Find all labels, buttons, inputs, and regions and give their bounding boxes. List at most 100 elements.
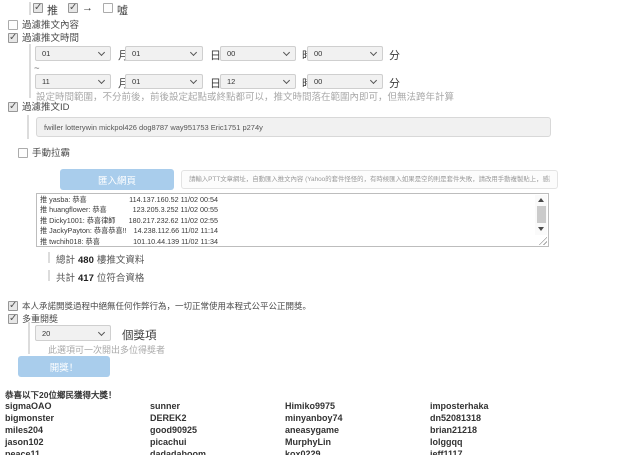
start-month-value: 01 (42, 49, 50, 58)
push-line: 推 yasba: 恭喜 114.137.160.52 11/02 00:54 (40, 195, 218, 205)
draw-button[interactable]: 開獎！ (18, 356, 110, 377)
push-line-left: 推 Dicky1001: 恭喜律師 (40, 216, 116, 226)
id-filter-checkbox[interactable] (8, 102, 18, 112)
qualified-text: 共計417位符合資格 (56, 270, 144, 284)
arrow-label: → (82, 2, 93, 14)
start-month-select[interactable]: 01 (35, 46, 111, 61)
end-hour-value: 12 (227, 77, 235, 86)
winner-name: MurphyLin (285, 436, 343, 448)
end-day-select[interactable]: 01 (125, 74, 203, 89)
content-filter-label: 過濾推文內容 (22, 20, 79, 31)
arrow-checkbox[interactable] (68, 3, 78, 13)
start-hour-select[interactable]: 00 (220, 46, 296, 61)
winner-name: brian21218 (430, 424, 489, 436)
chevron-down-icon (98, 328, 105, 335)
chevron-down-icon (98, 49, 105, 56)
total-value: 480 (78, 255, 94, 266)
scrollbar[interactable] (535, 195, 547, 235)
winner-name: picachui (150, 436, 206, 448)
push-line: 推 huangflower: 恭喜 123.205.3.252 11/02 00… (40, 205, 218, 215)
prize-count-value: 20 (42, 329, 50, 338)
push-label: 推 (47, 2, 58, 18)
end-month-value: 11 (42, 77, 50, 86)
prize-unit-label: 個獎項 (122, 327, 157, 343)
end-month-select[interactable]: 11 (35, 74, 111, 89)
scroll-down-icon[interactable] (538, 227, 544, 231)
push-line: 推 JackyPayton: 恭喜恭喜!! 14.238.112.66 11/0… (40, 226, 218, 236)
time-range-separator: ~ (34, 63, 40, 74)
winner-name: minyanboy74 (285, 412, 343, 424)
chevron-down-icon (190, 49, 197, 56)
total-pushes-text: 總計480樓推文資料 (56, 252, 144, 266)
start-hour-value: 00 (227, 49, 235, 58)
winner-name: bigmonster (5, 412, 54, 424)
multi-draw-checkbox[interactable] (8, 314, 18, 324)
scrollbar-thumb[interactable] (537, 206, 546, 223)
time-range-note: 設定時間範圍，不分前後，前後設定起點或終點都可以，推文時間落在範圍內即可，但無法… (36, 89, 454, 103)
scroll-up-icon[interactable] (538, 198, 544, 202)
promise-checkbox[interactable] (8, 301, 18, 311)
total-prefix: 總計 (56, 255, 75, 266)
winner-name: kox0229 (285, 448, 343, 455)
import-webpage-button[interactable]: 匯入網頁 (60, 169, 174, 190)
winner-name: jeff1117 (430, 448, 489, 455)
chevron-down-icon (283, 49, 290, 56)
time-filter-checkbox[interactable] (8, 33, 18, 43)
end-day-value: 01 (132, 77, 140, 86)
push-line: 推 Dicky1001: 恭喜律師 180.217.232.62 11/02 0… (40, 216, 218, 226)
boo-checkbox[interactable] (103, 3, 113, 13)
time-filter-label: 過濾推文時間 (22, 33, 79, 44)
end-minute-select[interactable]: 00 (307, 74, 383, 89)
indent-bar (29, 2, 31, 15)
prize-count-select[interactable]: 20 (35, 325, 111, 341)
winner-name: peace11 (5, 448, 54, 455)
winner-name: dn52081318 (430, 412, 489, 424)
content-filter-checkbox[interactable] (8, 20, 18, 30)
winners-column: sunner DEREK2 good90925 picachui dadadab… (150, 400, 206, 455)
winner-name: dadadaboom (150, 448, 206, 455)
qualified-value: 417 (78, 273, 94, 284)
push-line: 推 twchih018: 恭喜 101.10.44.139 11/02 11:3… (40, 237, 218, 247)
promise-label: 本人承諾開獎過程中絕無任何作弊行為，一切正常使用本程式公平公正開獎。 (22, 301, 311, 312)
push-line-left: 推 yasba: 恭喜 (40, 195, 87, 205)
push-content-textarea[interactable]: 推 yasba: 恭喜 114.137.160.52 11/02 00:54 推… (36, 193, 549, 247)
winner-name: miles204 (5, 424, 54, 436)
winner-name: sunner (150, 400, 206, 412)
chevron-down-icon (98, 77, 105, 84)
indent-bar (48, 252, 50, 263)
article-url-input[interactable] (181, 170, 558, 189)
push-line-left: 推 huangflower: 恭喜 (40, 205, 107, 215)
winner-name: good90925 (150, 424, 206, 436)
id-filter-input[interactable] (36, 117, 551, 137)
indent-bar (48, 270, 50, 281)
manual-slot-checkbox[interactable] (18, 148, 28, 158)
indent-bar (27, 115, 29, 139)
start-minute-value: 00 (314, 49, 322, 58)
total-suffix: 樓推文資料 (97, 255, 145, 266)
start-minute-select[interactable]: 00 (307, 46, 383, 61)
winner-name: imposterhaka (430, 400, 489, 412)
winner-name: aneasygame (285, 424, 343, 436)
winner-name: sigmaOAO (5, 400, 54, 412)
chevron-down-icon (370, 49, 377, 56)
chevron-down-icon (283, 77, 290, 84)
chevron-down-icon (190, 77, 197, 84)
push-line-left: 推 JackyPayton: 恭喜恭喜!! (40, 226, 127, 236)
push-line-left: 推 twchih018: 恭喜 (40, 237, 100, 247)
start-day-select[interactable]: 01 (125, 46, 203, 61)
winners-column: Himiko9975 minyanboy74 aneasygame Murphy… (285, 400, 343, 455)
winner-name: lolggqq (430, 436, 489, 448)
winners-column: sigmaOAO bigmonster miles204 jason102 pe… (5, 400, 54, 455)
push-checkbox[interactable] (33, 3, 43, 13)
push-line-right: 123.205.3.252 11/02 00:55 (133, 205, 218, 215)
boo-label: 噓 (117, 2, 128, 18)
ptt-lottery-app: 推 → 噓 過濾推文內容 過濾推文時間 01 月 01 日 00 時 00 分 … (0, 0, 640, 455)
end-hour-select[interactable]: 12 (220, 74, 296, 89)
start-minute-unit: 分 (389, 47, 400, 63)
qualified-suffix: 位符合資格 (97, 273, 145, 284)
multi-draw-note: 此選項可一次開出多位得獎者 (48, 343, 165, 356)
chevron-down-icon (370, 77, 377, 84)
winner-name: jason102 (5, 436, 54, 448)
indent-bar (28, 322, 30, 354)
push-line-right: 101.10.44.139 11/02 11:34 (133, 237, 218, 247)
